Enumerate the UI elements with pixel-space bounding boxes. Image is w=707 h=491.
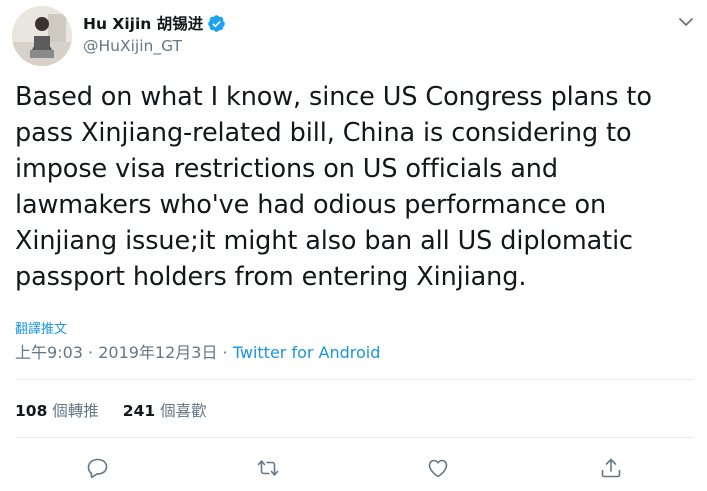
chevron-down-icon[interactable] — [678, 14, 694, 30]
likes-label: 個喜歡 — [155, 402, 207, 420]
retweets-label: 個轉推 — [47, 402, 99, 420]
tweet-date[interactable]: 2019年12月3日 — [98, 343, 217, 362]
tweet-text-line: pass Xinjiang-related bill, China is con… — [15, 118, 632, 148]
reply-icon — [87, 458, 108, 478]
share-button[interactable] — [599, 456, 623, 480]
tweet-card: Hu Xijin 胡锡进 @HuXijin_GT Based on what I… — [0, 0, 707, 491]
author-name[interactable]: Hu Xijin 胡锡进 — [83, 12, 203, 34]
tweet-metadata: 上午9:03 · 2019年12月3日 · Twitter for Androi… — [15, 339, 380, 363]
share-icon — [601, 458, 621, 478]
tweet-text: Based on what I know, since US Congress … — [15, 79, 695, 295]
tweet-stats: 108 個轉推 241 個喜歡 — [15, 399, 231, 421]
avatar[interactable] — [12, 6, 72, 66]
tweet-text-line: Xinjiang issue;it might also ban all US … — [15, 226, 633, 256]
likes-stat[interactable]: 241 個喜歡 — [123, 399, 207, 421]
tweet-text-line: passport holders from entering Xinjiang. — [15, 262, 527, 292]
author-handle[interactable]: @HuXijin_GT — [83, 37, 182, 55]
retweets-stat[interactable]: 108 個轉推 — [15, 399, 99, 421]
tweet-text-line: impose visa restrictions on US officials… — [15, 154, 558, 184]
retweet-icon — [257, 460, 279, 476]
author-name-line[interactable]: Hu Xijin 胡锡进 — [83, 12, 226, 34]
meta-separator: · — [217, 343, 233, 362]
reply-button[interactable] — [86, 456, 110, 480]
tweet-text-line: Based on what I know, since US Congress … — [15, 82, 652, 112]
like-icon — [428, 459, 448, 478]
divider — [15, 379, 694, 380]
translate-tweet-link[interactable]: 翻譯推文 — [15, 318, 67, 337]
tweet-text-line: lawmakers who've had odious performance … — [15, 190, 607, 220]
retweet-button[interactable] — [256, 456, 280, 480]
tweet-time[interactable]: 上午9:03 — [15, 343, 83, 362]
retweets-count: 108 — [15, 402, 48, 420]
likes-count: 241 — [122, 402, 156, 420]
verified-badge-icon — [208, 14, 226, 32]
like-button[interactable] — [426, 456, 450, 480]
meta-separator: · — [82, 343, 99, 362]
tweet-source-link[interactable]: Twitter for Android — [233, 343, 381, 362]
divider — [15, 437, 694, 438]
avatar-photo — [12, 6, 72, 66]
